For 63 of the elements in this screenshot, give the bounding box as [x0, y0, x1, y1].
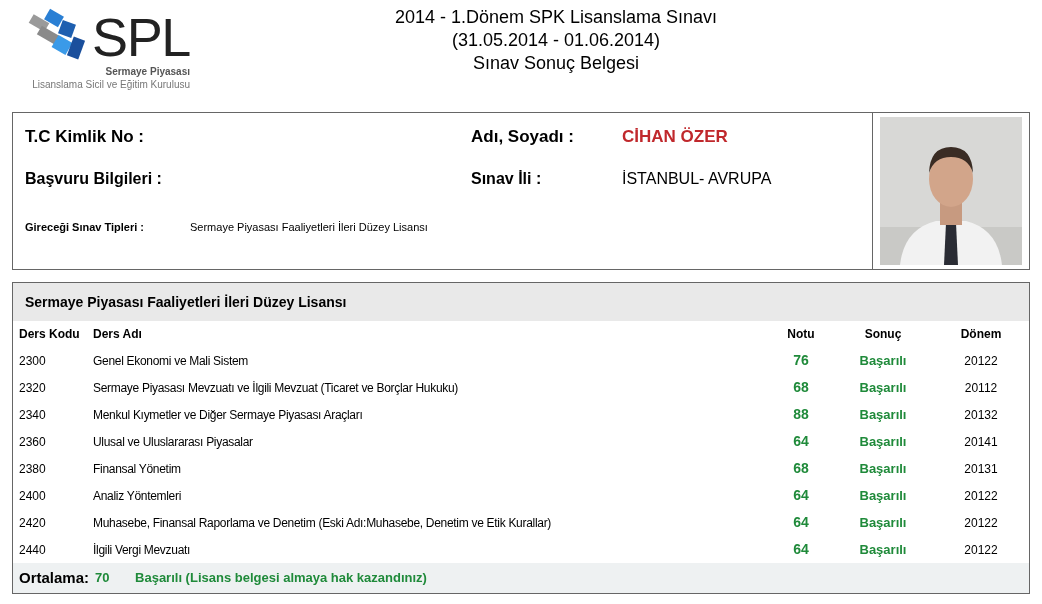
- exam-city: İSTANBUL- AVRUPA: [622, 169, 772, 189]
- id-label: T.C Kimlik No :: [25, 126, 145, 149]
- average-result: Başarılı (Lisans belgesi almaya hak kazandınız): [135, 569, 427, 588]
- course-code: 2400: [18, 487, 47, 505]
- logo-tagline: Lisanslama Sicil ve Eğitim Kurulusu: [32, 78, 190, 91]
- course-code: 2360: [18, 433, 47, 451]
- course-term: 20131: [963, 460, 999, 478]
- course-grade: 64: [792, 513, 810, 532]
- exam-dates: (31.05.2014 - 01.06.2014): [451, 29, 661, 52]
- application-label: Başvuru Bilgileri :: [25, 169, 163, 189]
- course-grade: 76: [792, 351, 810, 370]
- course-name: Sermaye Piyasası Mevzuatı ve İlgili Mevzuat (Ticaret ve Borçlar Hukuku): [93, 379, 460, 397]
- column-header: Dönem: [959, 326, 1003, 343]
- exam-types-label: Gireceği Sınav Tipleri :: [25, 220, 145, 235]
- course-result: Başarılı: [858, 405, 908, 424]
- course-name: Analiz Yöntemleri: [93, 487, 183, 505]
- course-grade: 64: [792, 432, 810, 451]
- course-code: 2440: [18, 541, 47, 559]
- course-term: 20141: [963, 433, 999, 451]
- column-header: Sonuç: [863, 326, 903, 343]
- document-title: 2014 - 1.Dönem SPK Lisanslama Sınavı: [394, 6, 718, 29]
- course-grade: 68: [792, 378, 810, 397]
- course-code: 2300: [18, 352, 47, 370]
- results-title: Sermaye Piyasası Faaliyetleri İleri Düzey Lisansı: [25, 292, 347, 312]
- column-header: Ders Adı: [93, 326, 143, 343]
- name-label: Adı, Soyadı :: [471, 126, 575, 149]
- course-code: 2380: [18, 460, 47, 478]
- average-value: 70: [95, 569, 111, 588]
- city-label: Sınav İli :: [471, 169, 543, 189]
- course-code: 2320: [18, 379, 47, 397]
- course-name: Menkul Kıymetler ve Diğer Sermaye Piyasası Araçları: [93, 406, 364, 424]
- document-subtitle: Sınav Sonuç Belgesi: [472, 52, 640, 75]
- course-grade: 68: [792, 459, 810, 478]
- column-header: Notu: [786, 326, 816, 343]
- course-name: Genel Ekonomi ve Mali Sistem: [93, 352, 249, 370]
- course-result: Başarılı: [858, 459, 908, 478]
- course-term: 20122: [963, 541, 999, 559]
- course-grade: 64: [792, 540, 810, 559]
- course-term: 20122: [963, 352, 999, 370]
- applicant-name: CİHAN ÖZER: [622, 126, 728, 149]
- course-grade: 64: [792, 486, 810, 505]
- course-name: Ulusal ve Uluslararası Piyasalar: [93, 433, 254, 451]
- course-term: 20122: [963, 514, 999, 532]
- course-code: 2340: [18, 406, 47, 424]
- exam-types-value: Sermaye Piyasası Faaliyetleri İleri Düzey Lisansı: [190, 220, 428, 235]
- course-result: Başarılı: [858, 351, 908, 370]
- average-label: Ortalama:: [19, 567, 90, 588]
- course-result: Başarılı: [858, 486, 908, 505]
- course-result: Başarılı: [858, 540, 908, 559]
- course-name: Muhasebe, Finansal Raporlama ve Denetim (Eski Adı:Muhasebe, Denetim ve Etik Kurallar): [93, 514, 553, 532]
- course-grade: 88: [792, 405, 810, 424]
- course-name: Finansal Yönetim: [93, 460, 182, 478]
- course-name: İlgili Vergi Mevzuatı: [93, 541, 192, 559]
- column-header: Ders Kodu: [18, 326, 81, 343]
- course-term: 20112: [963, 379, 999, 397]
- course-term: 20122: [963, 487, 999, 505]
- logo-subtitle: Sermaye Piyasası: [105, 66, 190, 79]
- course-result: Başarılı: [858, 378, 908, 397]
- logo-wordmark: SPL: [91, 10, 190, 64]
- course-code: 2420: [18, 514, 47, 532]
- course-term: 20132: [963, 406, 999, 424]
- course-result: Başarılı: [858, 513, 908, 532]
- course-result: Başarılı: [858, 432, 908, 451]
